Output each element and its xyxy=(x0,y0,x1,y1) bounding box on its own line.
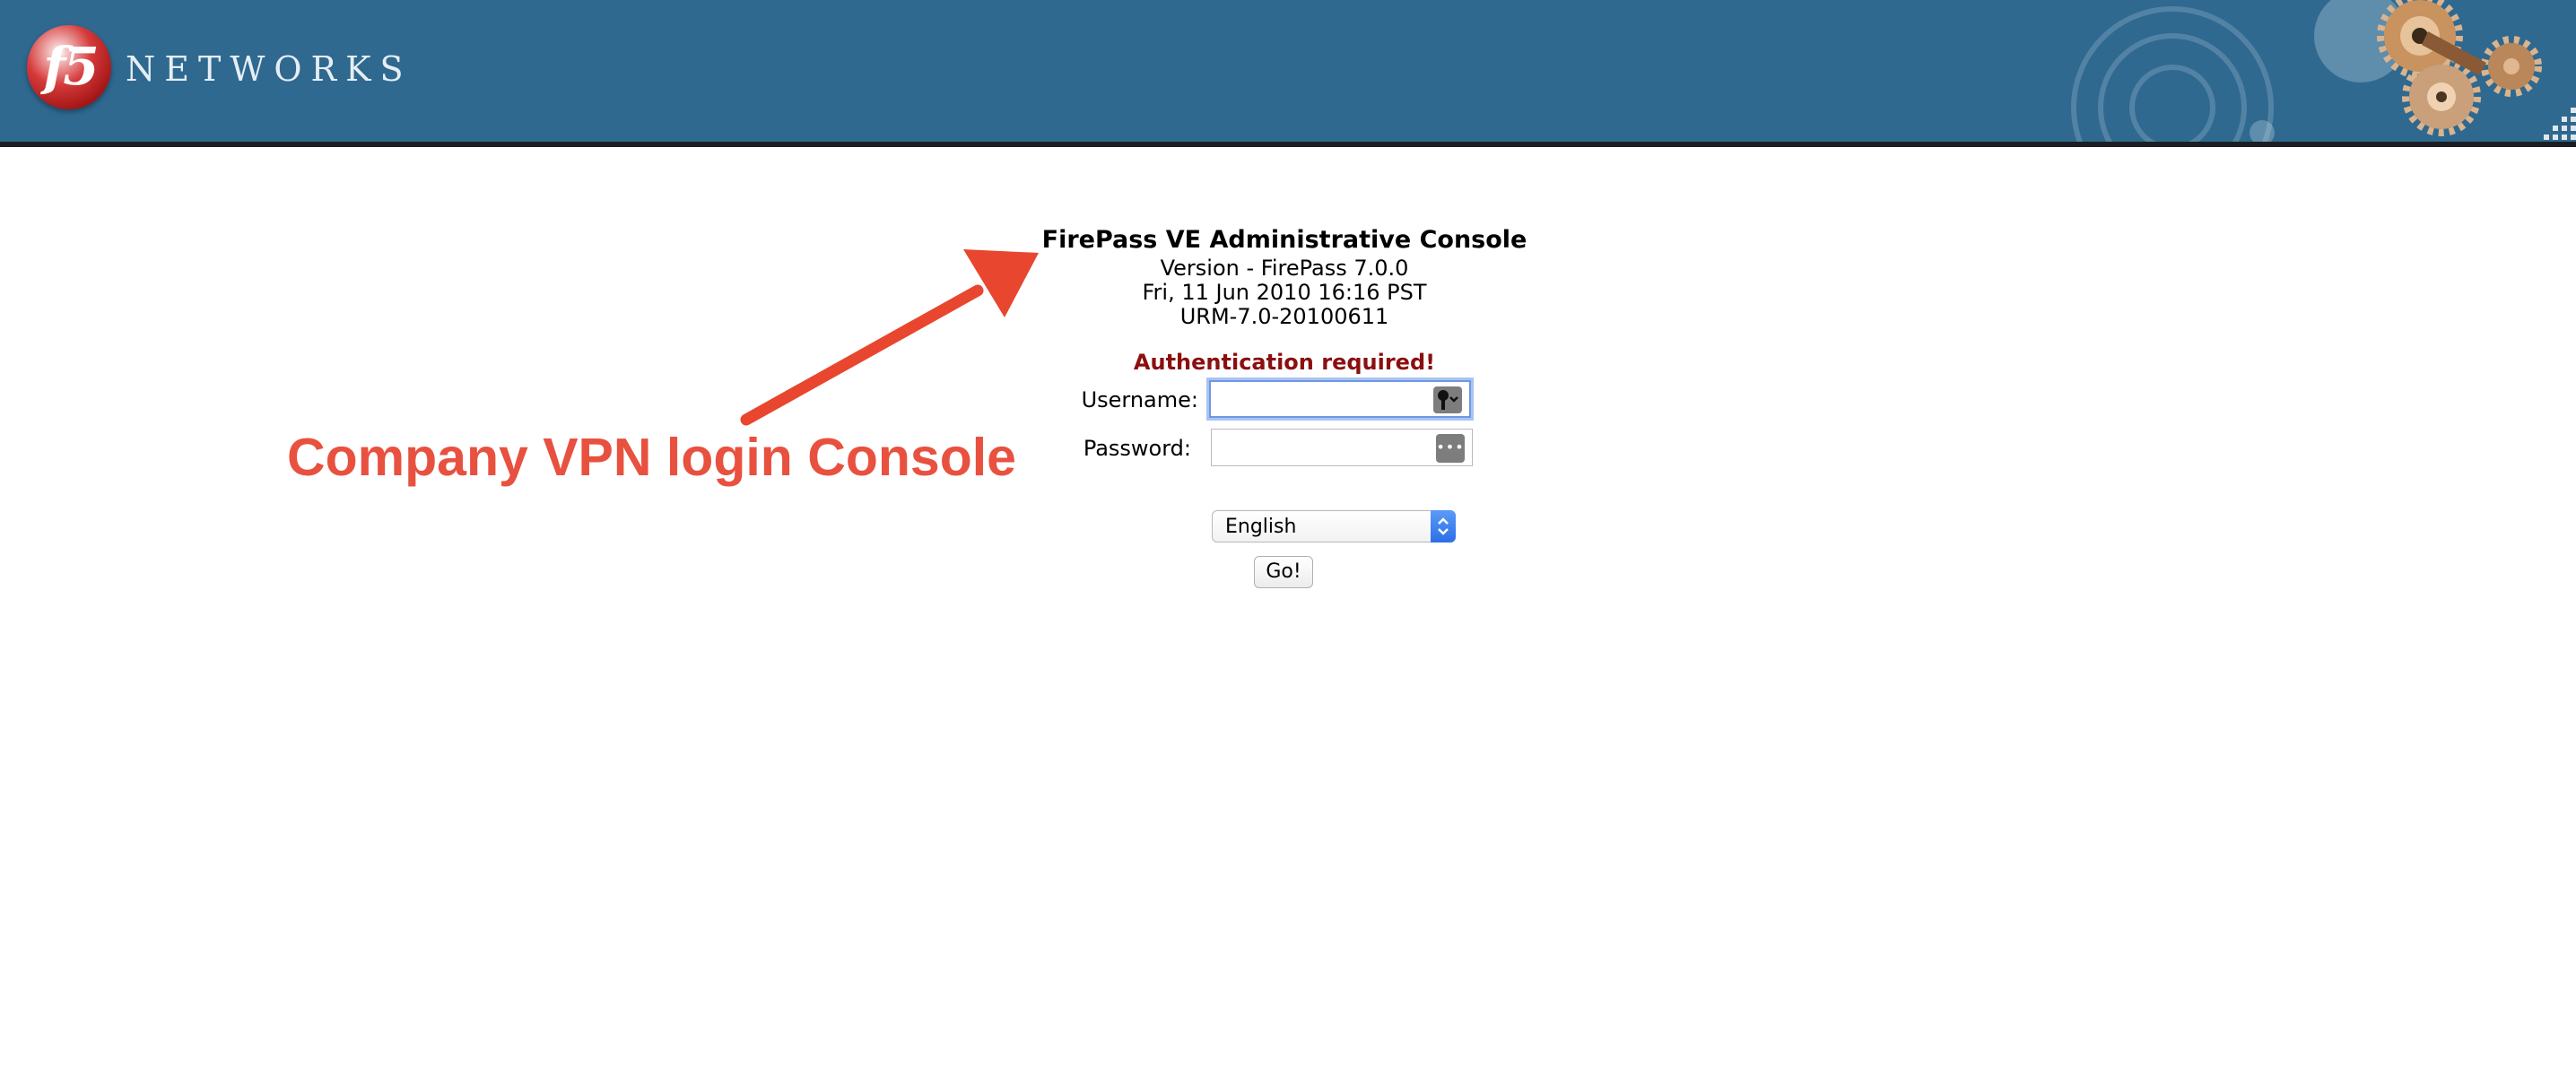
date-text: Fri, 11 Jun 2010 16:16 PST xyxy=(1142,280,1427,305)
console-title: FirePass VE Administrative Console xyxy=(1041,226,1527,254)
language-select[interactable]: English xyxy=(1212,510,1456,542)
header-divider xyxy=(0,142,2576,147)
language-selected-value: English xyxy=(1225,516,1297,538)
username-input[interactable] xyxy=(1214,386,1426,414)
version-text: Version - FirePass 7.0.0 xyxy=(1160,256,1409,281)
select-stepper-icon xyxy=(1431,510,1456,542)
password-field[interactable]: ••• xyxy=(1211,429,1473,466)
f5-logo-mark: f5 xyxy=(43,36,99,97)
page: f5 NETWORKS Company VPN login Console Fi… xyxy=(0,0,2576,1085)
password-dots-icon[interactable]: ••• xyxy=(1436,434,1465,463)
build-text: URM-7.0-20100611 xyxy=(1179,304,1389,329)
console-heading: FirePass VE Administrative Console Versi… xyxy=(1015,224,1553,329)
f5-networks-logo[interactable]: f5 NETWORKS xyxy=(27,23,404,113)
key-icon[interactable] xyxy=(1433,386,1462,413)
username-field[interactable] xyxy=(1209,380,1471,418)
annotation-label: Company VPN login Console xyxy=(287,428,1016,487)
updown-chevron-icon xyxy=(1438,517,1449,535)
header-banner: f5 NETWORKS xyxy=(0,0,2576,142)
password-label: Password: xyxy=(1083,436,1191,461)
go-button[interactable]: Go! xyxy=(1254,556,1313,588)
auth-required-message: Authentication required! xyxy=(1133,350,1436,375)
gears-decoration xyxy=(2071,0,2576,142)
username-label: Username: xyxy=(1081,387,1198,412)
networks-wordmark: NETWORKS xyxy=(126,49,413,89)
password-input[interactable] xyxy=(1215,433,1427,462)
